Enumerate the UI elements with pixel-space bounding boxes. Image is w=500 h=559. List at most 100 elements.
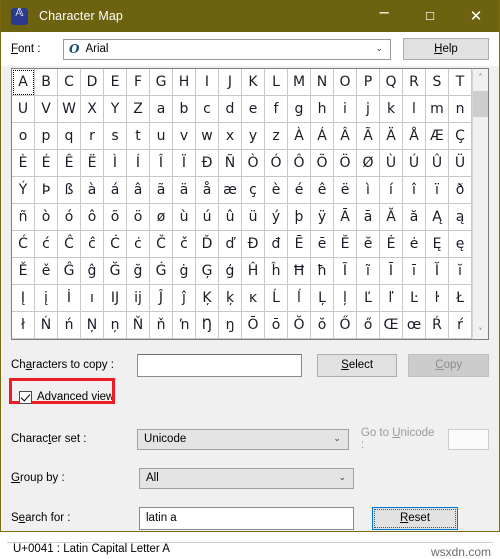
character-cell[interactable]: ŏ <box>311 312 334 339</box>
character-cell[interactable]: ğ <box>127 258 150 285</box>
reset-button[interactable]: Reset <box>372 506 458 530</box>
character-cell[interactable]: Ķ <box>196 285 219 312</box>
character-cell[interactable]: Ā <box>334 204 357 231</box>
character-cell[interactable]: Ŀ <box>403 285 426 312</box>
characters-to-copy-input[interactable] <box>136 353 302 377</box>
character-cell[interactable]: É <box>35 150 58 177</box>
character-cell[interactable]: ĳ <box>127 285 150 312</box>
character-cell[interactable]: ĸ <box>242 285 265 312</box>
character-cell[interactable]: İ <box>58 285 81 312</box>
character-cell[interactable]: D <box>81 69 104 96</box>
character-cell[interactable]: T <box>449 69 472 96</box>
character-cell[interactable]: þ <box>288 204 311 231</box>
character-cell[interactable]: ï <box>426 177 449 204</box>
character-cell[interactable]: Ŕ <box>426 312 449 339</box>
character-cell[interactable]: î <box>403 177 426 204</box>
character-cell[interactable]: ċ <box>127 231 150 258</box>
character-cell[interactable]: ó <box>58 204 81 231</box>
character-cell[interactable]: Ĭ <box>426 258 449 285</box>
character-cell[interactable]: Ó <box>265 150 288 177</box>
character-cell[interactable]: ģ <box>219 258 242 285</box>
character-cell[interactable]: Ħ <box>288 258 311 285</box>
character-cell[interactable]: S <box>426 69 449 96</box>
character-cell[interactable]: K <box>242 69 265 96</box>
character-cell[interactable]: Ď <box>196 231 219 258</box>
character-cell[interactable]: n <box>449 96 472 123</box>
character-cell[interactable]: œ <box>403 312 426 339</box>
character-cell[interactable]: d <box>219 96 242 123</box>
character-cell[interactable]: ã <box>150 177 173 204</box>
character-cell[interactable]: H <box>173 69 196 96</box>
character-cell[interactable]: Ļ <box>311 285 334 312</box>
character-cell[interactable]: O <box>334 69 357 96</box>
character-cell[interactable]: đ <box>265 231 288 258</box>
character-cell[interactable]: ņ <box>104 312 127 339</box>
character-cell[interactable]: Ŋ <box>196 312 219 339</box>
character-cell[interactable]: Å <box>403 123 426 150</box>
character-cell[interactable]: Ē <box>288 231 311 258</box>
search-input[interactable]: latin a <box>139 506 354 530</box>
character-cell[interactable]: Ê <box>58 150 81 177</box>
character-cell[interactable]: Þ <box>35 177 58 204</box>
character-cell[interactable]: Ĳ <box>104 285 127 312</box>
character-cell[interactable]: P <box>357 69 380 96</box>
character-cell[interactable]: Ċ <box>104 231 127 258</box>
character-cell[interactable]: ù <box>173 204 196 231</box>
advanced-view-checkbox[interactable] <box>19 390 32 404</box>
character-cell[interactable]: E <box>104 69 127 96</box>
font-combo[interactable]: O Arial ⌄ <box>63 38 391 60</box>
character-cell[interactable]: a <box>150 96 173 123</box>
character-cell[interactable]: I <box>196 69 219 96</box>
character-cell[interactable]: ļ <box>334 285 357 312</box>
go-to-unicode-input[interactable] <box>447 428 489 450</box>
character-cell[interactable]: Î <box>150 150 173 177</box>
character-cell[interactable]: Ú <box>403 150 426 177</box>
character-cell[interactable]: Ä <box>380 123 403 150</box>
character-cell[interactable]: ć <box>35 231 58 258</box>
character-cell[interactable]: j <box>357 96 380 123</box>
character-cell[interactable]: ę <box>449 231 472 258</box>
character-cell[interactable]: Č <box>150 231 173 258</box>
scroll-up-icon[interactable]: ˄ <box>473 69 488 85</box>
character-cell[interactable]: ĥ <box>265 258 288 285</box>
character-cell[interactable]: W <box>58 96 81 123</box>
character-cell[interactable]: ð <box>449 177 472 204</box>
character-cell[interactable]: w <box>196 123 219 150</box>
character-cell[interactable]: Ľ <box>357 285 380 312</box>
character-cell[interactable]: ú <box>196 204 219 231</box>
character-cell[interactable]: ķ <box>219 285 242 312</box>
character-cell[interactable]: Ñ <box>219 150 242 177</box>
character-cell[interactable]: C <box>58 69 81 96</box>
character-cell[interactable]: Ð <box>196 150 219 177</box>
character-cell[interactable]: Ń <box>35 312 58 339</box>
character-cell[interactable]: z <box>265 123 288 150</box>
character-cell[interactable]: ë <box>334 177 357 204</box>
character-cell[interactable]: û <box>219 204 242 231</box>
close-button[interactable]: ✕ <box>453 0 499 32</box>
character-cell[interactable]: Ě <box>12 258 35 285</box>
minimize-button[interactable]: ─ <box>361 0 407 32</box>
character-cell[interactable]: Ģ <box>196 258 219 285</box>
character-cell[interactable]: o <box>12 123 35 150</box>
character-cell[interactable]: Ę <box>426 231 449 258</box>
character-cell[interactable]: Ő <box>334 312 357 339</box>
character-cell[interactable]: Ø <box>357 150 380 177</box>
character-cell[interactable]: ĉ <box>81 231 104 258</box>
character-cell[interactable]: ě <box>35 258 58 285</box>
character-cell[interactable]: Ĩ <box>334 258 357 285</box>
character-cell[interactable]: h <box>311 96 334 123</box>
character-cell[interactable]: G <box>150 69 173 96</box>
character-cell[interactable]: ö <box>127 204 150 231</box>
character-cell[interactable]: ō <box>265 312 288 339</box>
character-cell[interactable]: à <box>81 177 104 204</box>
character-cell[interactable]: Ġ <box>150 258 173 285</box>
character-cell[interactable]: ŋ <box>219 312 242 339</box>
character-cell[interactable]: l <box>403 96 426 123</box>
character-cell[interactable]: i <box>334 96 357 123</box>
character-cell[interactable]: e <box>242 96 265 123</box>
character-cell[interactable]: ĭ <box>449 258 472 285</box>
character-cell[interactable]: R <box>403 69 426 96</box>
character-cell[interactable]: ą <box>449 204 472 231</box>
character-cell[interactable]: ā <box>357 204 380 231</box>
character-cell[interactable]: Ō <box>242 312 265 339</box>
